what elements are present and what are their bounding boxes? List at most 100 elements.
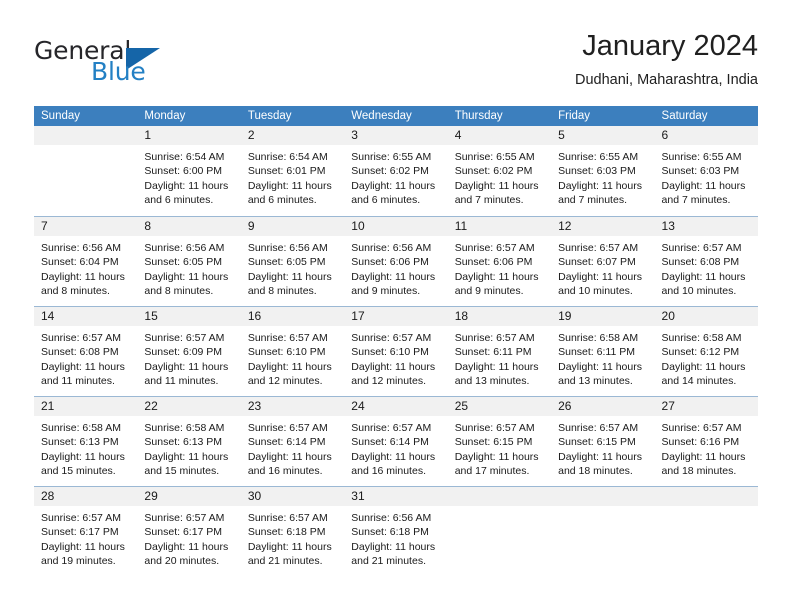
day-info-line: Daylight: 11 hours (454, 270, 539, 283)
day-cell-9[interactable]: 9 Sunrise: 6:56 AM Sunset: 6:05 PM Daylight… (240, 217, 345, 306)
day-number: 8 (137, 217, 241, 236)
day-number: 4 (447, 126, 552, 145)
day-info-line: Sunrise: 6:55 AM (661, 151, 742, 163)
day-info: Sunrise: 6:56 AM Sunset: 6:18 PM Daylight:… (344, 506, 447, 569)
day-cell-4[interactable]: 4 Sunrise: 6:55 AM Sunset: 6:02 PM Daylight… (447, 126, 552, 216)
day-info-line: Daylight: 11 hours (454, 360, 539, 373)
day-cell-8[interactable]: 8 Sunrise: 6:56 AM Sunset: 6:05 PM Daylight… (137, 217, 241, 306)
day-info-line: and 13 minutes. (454, 375, 530, 388)
day-number: 1 (137, 126, 241, 145)
day-cell-16[interactable]: 16 Sunrise: 6:57 AM Sunset: 6:10 PM Dayligh… (240, 307, 345, 396)
day-info-line: and 7 minutes. (558, 194, 627, 207)
day-info-line: Daylight: 11 hours (558, 179, 642, 192)
day-cell-6[interactable]: 6 Sunrise: 6:55 AM Sunset: 6:03 PM Daylight… (654, 126, 758, 216)
day-cell-14[interactable]: 14 Sunrise: 6:57 AM Sunset: 6:08 PM Dayligh… (34, 307, 138, 396)
day-info: Sunrise: 6:56 AM Sunset: 6:05 PM Daylight:… (137, 236, 240, 299)
day-info: Sunrise: 6:57 AM Sunset: 6:08 PM Daylight:… (34, 326, 137, 389)
day-info-line: Daylight: 11 hours (247, 360, 332, 373)
day-info-line: Sunset: 6:06 PM (351, 256, 429, 269)
day-cell-26[interactable]: 26 Sunrise: 6:57 AM Sunset: 6:15 PM Dayligh… (551, 397, 655, 486)
day-cell-18[interactable]: 18 Sunrise: 6:57 AM Sunset: 6:11 PM Dayligh… (447, 307, 552, 396)
day-info: Sunrise: 6:56 AM Sunset: 6:04 PM Daylight:… (34, 236, 137, 299)
weekday-header-wednesday: Wednesday (351, 110, 412, 122)
day-cell-17[interactable]: 17 Sunrise: 6:57 AM Sunset: 6:10 PM Dayligh… (344, 307, 448, 396)
day-info-line: Sunrise: 6:57 AM (351, 332, 432, 344)
day-info-line: and 8 minutes. (247, 285, 317, 298)
day-cell-7[interactable]: 7 Sunrise: 6:56 AM Sunset: 6:04 PM Daylight… (34, 217, 138, 306)
day-info-line: Sunset: 6:14 PM (247, 436, 326, 449)
day-info-line: Sunset: 6:18 PM (351, 526, 429, 539)
day-cell-31[interactable]: 31 Sunrise: 6:56 AM Sunset: 6:18 PM Dayligh… (344, 487, 448, 576)
day-info-line: Sunset: 6:15 PM (454, 436, 533, 449)
day-cell-29[interactable]: 29 Sunrise: 6:57 AM Sunset: 6:17 PM Dayligh… (137, 487, 241, 576)
day-info-line: Sunrise: 6:57 AM (41, 512, 121, 524)
day-cell-20[interactable]: 20 Sunrise: 6:58 AM Sunset: 6:12 PM Dayligh… (654, 307, 758, 396)
day-info-line: Sunrise: 6:57 AM (144, 512, 225, 524)
day-info: Sunrise: 6:55 AM Sunset: 6:02 PM Daylight:… (344, 145, 447, 208)
day-cell-25[interactable]: 25 Sunrise: 6:57 AM Sunset: 6:15 PM Dayligh… (447, 397, 552, 486)
day-cell-10[interactable]: 10 Sunrise: 6:56 AM Sunset: 6:06 PM Dayligh… (344, 217, 448, 306)
day-info-line: Sunset: 6:05 PM (144, 256, 223, 269)
day-cell-21[interactable]: 21 Sunrise: 6:58 AM Sunset: 6:13 PM Dayligh… (34, 397, 138, 486)
day-info-line: Sunset: 6:02 PM (454, 165, 533, 178)
day-info-line: Sunset: 6:18 PM (247, 526, 326, 539)
day-cell-11[interactable]: 11 Sunrise: 6:57 AM Sunset: 6:06 PM Dayligh… (447, 217, 552, 306)
day-cell-22[interactable]: 22 Sunrise: 6:58 AM Sunset: 6:13 PM Dayligh… (137, 397, 241, 486)
day-info-line: Daylight: 11 hours (661, 360, 746, 373)
day-info-line: Sunrise: 6:55 AM (351, 151, 432, 163)
day-info-line: Daylight: 11 hours (247, 270, 332, 283)
day-info-line: and 11 minutes. (144, 375, 219, 388)
day-info-line: Sunrise: 6:57 AM (661, 242, 742, 254)
day-info-line: Sunset: 6:02 PM (351, 165, 429, 178)
day-info: Sunrise: 6:57 AM Sunset: 6:08 PM Daylight:… (655, 236, 758, 299)
day-info-line: Sunset: 6:09 PM (144, 346, 223, 359)
day-info: Sunrise: 6:56 AM Sunset: 6:06 PM Daylight:… (344, 236, 447, 299)
day-info-line: and 17 minutes. (454, 465, 530, 478)
day-info-line: Daylight: 11 hours (144, 360, 229, 373)
day-info: Sunrise: 6:57 AM Sunset: 6:17 PM Daylight:… (137, 506, 240, 569)
day-cell-30[interactable]: 30 Sunrise: 6:57 AM Sunset: 6:18 PM Dayligh… (240, 487, 345, 576)
calendar-weeks: 1 Sunrise: 6:54 AM Sunset: 6:00 PM Daylight… (34, 126, 758, 576)
calendar-week-row: 21 Sunrise: 6:58 AM Sunset: 6:13 PM Dayligh… (34, 396, 758, 486)
day-cell-5[interactable]: 5 Sunrise: 6:55 AM Sunset: 6:03 PM Daylight… (551, 126, 655, 216)
day-info-line: and 8 minutes. (41, 285, 110, 298)
day-info-line: Daylight: 11 hours (41, 450, 125, 463)
day-info-line: Daylight: 11 hours (41, 360, 125, 373)
day-cell-12[interactable]: 12 Sunrise: 6:57 AM Sunset: 6:07 PM Dayligh… (551, 217, 655, 306)
day-cell-28[interactable]: 28 Sunrise: 6:57 AM Sunset: 6:17 PM Dayligh… (34, 487, 138, 576)
day-cell-27[interactable]: 27 Sunrise: 6:57 AM Sunset: 6:16 PM Dayligh… (654, 397, 758, 486)
day-cell-23[interactable]: 23 Sunrise: 6:57 AM Sunset: 6:14 PM Dayligh… (240, 397, 345, 486)
day-info-line: Sunrise: 6:56 AM (247, 242, 328, 254)
weekday-header-tuesday: Tuesday (247, 110, 292, 122)
day-info-line: Sunrise: 6:56 AM (144, 242, 225, 254)
day-info-line: and 21 minutes. (247, 555, 323, 568)
day-info: Sunrise: 6:57 AM Sunset: 6:10 PM Daylight:… (241, 326, 344, 389)
day-cell-15[interactable]: 15 Sunrise: 6:57 AM Sunset: 6:09 PM Dayligh… (137, 307, 241, 396)
day-cell-3[interactable]: 3 Sunrise: 6:55 AM Sunset: 6:02 PM Daylight… (344, 126, 448, 216)
day-info-line: Sunset: 6:01 PM (247, 165, 326, 178)
day-number: 27 (654, 397, 758, 416)
day-info-line: and 12 minutes. (247, 375, 323, 388)
day-info: Sunrise: 6:55 AM Sunset: 6:03 PM Daylight:… (655, 145, 758, 208)
weekday-header-thursday: Thursday (454, 110, 503, 122)
day-info-line: and 16 minutes. (247, 465, 323, 478)
day-cell-24[interactable]: 24 Sunrise: 6:57 AM Sunset: 6:14 PM Dayligh… (344, 397, 448, 486)
day-cell-19[interactable]: 19 Sunrise: 6:58 AM Sunset: 6:11 PM Dayligh… (551, 307, 655, 396)
day-number: 9 (240, 217, 345, 236)
day-info: Sunrise: 6:57 AM Sunset: 6:07 PM Daylight:… (551, 236, 654, 299)
day-info-line: Daylight: 11 hours (351, 179, 436, 192)
day-info-line: Sunset: 6:10 PM (247, 346, 326, 359)
title-block: January 2024 Dudhani, Maharashtra, India (575, 28, 758, 91)
day-info-line: and 11 minutes. (41, 375, 115, 388)
day-cell-13[interactable]: 13 Sunrise: 6:57 AM Sunset: 6:08 PM Dayligh… (654, 217, 758, 306)
day-cell-1[interactable]: 1 Sunrise: 6:54 AM Sunset: 6:00 PM Daylight… (137, 126, 241, 216)
calendar-week-row: 28 Sunrise: 6:57 AM Sunset: 6:17 PM Dayligh… (34, 486, 758, 576)
day-number: 5 (551, 126, 655, 145)
day-info-line: Sunset: 6:04 PM (41, 256, 119, 269)
day-cell-empty (447, 487, 552, 576)
day-info-line: Sunrise: 6:57 AM (351, 422, 432, 434)
day-info: Sunrise: 6:56 AM Sunset: 6:05 PM Daylight:… (241, 236, 344, 299)
day-cell-2[interactable]: 2 Sunrise: 6:54 AM Sunset: 6:01 PM Daylight… (240, 126, 345, 216)
day-info-line: Sunrise: 6:57 AM (247, 332, 328, 344)
day-info-line: Daylight: 11 hours (661, 179, 746, 192)
